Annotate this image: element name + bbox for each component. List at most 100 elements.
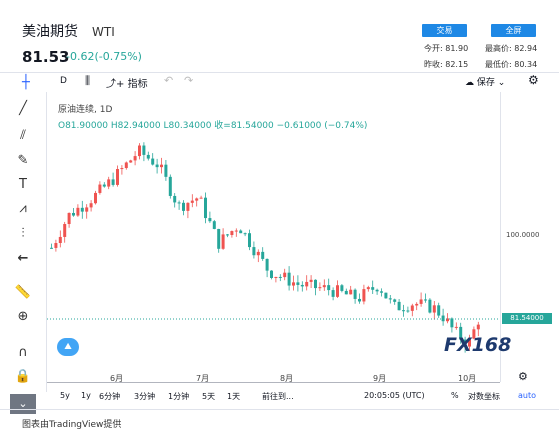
stat-low: 最低价: 80.34 bbox=[485, 60, 538, 69]
symbol-text: WTI bbox=[92, 25, 115, 39]
candle-body bbox=[424, 299, 427, 301]
candle-body bbox=[146, 154, 150, 159]
last-price: 81.53 bbox=[22, 48, 70, 66]
ruler-icon[interactable]: 📏 bbox=[14, 284, 32, 302]
candle-body bbox=[366, 287, 370, 290]
candle-body bbox=[340, 285, 344, 291]
candle-body bbox=[388, 298, 392, 300]
candle-body bbox=[283, 272, 287, 278]
goto-button[interactable]: 前往到... bbox=[262, 391, 294, 402]
candle-body bbox=[199, 197, 203, 199]
interval-select[interactable]: D bbox=[60, 76, 67, 86]
stat-high: 最高价: 82.94 bbox=[485, 44, 538, 53]
x-tick-label: 8月 bbox=[280, 374, 294, 383]
candle-body bbox=[256, 251, 260, 256]
candle-body bbox=[124, 162, 128, 169]
footer-divider bbox=[0, 409, 559, 410]
range-5y[interactable]: 5y bbox=[60, 391, 70, 400]
text-icon[interactable]: T bbox=[14, 176, 32, 194]
settings-icon[interactable]: ⚙ bbox=[528, 73, 539, 87]
zoom-in-icon[interactable]: ⊕ bbox=[14, 308, 32, 326]
redo-icon[interactable]: ↷ bbox=[184, 74, 193, 87]
log-toggle[interactable]: 对数坐标 bbox=[468, 391, 500, 402]
candle-body bbox=[305, 281, 309, 287]
candle-body bbox=[58, 236, 62, 244]
candle-body bbox=[437, 305, 441, 316]
candle-body bbox=[309, 279, 313, 282]
range-3min[interactable]: 3分钟 bbox=[134, 391, 155, 402]
candle-chart[interactable] bbox=[47, 92, 500, 382]
indicators-button[interactable]: ⤴+ 指标 bbox=[106, 75, 148, 90]
tradingview-logo-icon: ⛰ bbox=[57, 338, 79, 356]
candle-body bbox=[428, 299, 432, 313]
candle-body bbox=[177, 202, 181, 204]
fullscreen-button[interactable]: 全屏 bbox=[491, 24, 536, 37]
candle-body bbox=[432, 305, 436, 313]
x-tick-label: 10月 bbox=[458, 374, 477, 383]
cloud-icon: ☁ bbox=[465, 78, 474, 88]
candle-body bbox=[419, 299, 423, 304]
candle-body bbox=[133, 156, 137, 161]
candle-body bbox=[336, 285, 339, 297]
candle-body bbox=[226, 234, 229, 236]
indicators-icon: ⤴+ bbox=[106, 79, 125, 90]
x-tick-label: 6月 bbox=[110, 374, 124, 383]
footer-credit: 图表由TradingView提供 bbox=[22, 420, 122, 430]
percent-toggle[interactable]: % bbox=[451, 391, 459, 400]
instrument-title: 美油期货 WTI bbox=[22, 21, 115, 41]
candle-body bbox=[252, 247, 256, 256]
candle-body bbox=[151, 158, 155, 165]
candle-body bbox=[111, 179, 115, 185]
candle-body bbox=[476, 324, 480, 330]
candle-body bbox=[371, 287, 375, 290]
range-5d[interactable]: 5天 bbox=[202, 391, 215, 402]
stat-prev-close: 昨收: 82.15 bbox=[424, 60, 469, 69]
arrow-left-icon[interactable]: ← bbox=[14, 250, 32, 268]
candle-body bbox=[349, 289, 353, 295]
candle-body bbox=[72, 212, 75, 216]
candle-body bbox=[190, 200, 194, 203]
crosshair-icon[interactable]: ┼ bbox=[22, 75, 30, 90]
candle-body bbox=[454, 326, 458, 328]
forecast-icon[interactable]: ⫶ bbox=[14, 225, 32, 243]
auto-toggle[interactable]: auto bbox=[518, 391, 536, 400]
fib-icon[interactable]: ⫽ bbox=[14, 127, 32, 145]
y-tick-label: 100.0000 bbox=[506, 231, 540, 239]
brush-icon[interactable]: ✎ bbox=[14, 152, 32, 170]
range-1d[interactable]: 1天 bbox=[227, 391, 240, 402]
candle-body bbox=[186, 202, 190, 211]
candle-body bbox=[155, 164, 159, 168]
candle-body bbox=[243, 233, 247, 235]
candle-body bbox=[248, 233, 251, 248]
indicators-label: 指标 bbox=[127, 79, 148, 90]
title-text: 美油期货 bbox=[22, 24, 78, 40]
candle-body bbox=[89, 203, 93, 208]
lock-icon[interactable]: 🔒 bbox=[14, 368, 32, 386]
candle-body bbox=[278, 276, 282, 278]
save-button[interactable]: ☁ 保存 ⌄ bbox=[465, 75, 505, 88]
range-1min[interactable]: 1分钟 bbox=[168, 391, 189, 402]
range-1y[interactable]: 1y bbox=[81, 391, 91, 400]
candle-body bbox=[208, 218, 212, 222]
collapse-toolbar-icon[interactable]: ⌄ bbox=[10, 394, 36, 414]
candle-body bbox=[168, 176, 172, 196]
candle-body bbox=[375, 289, 379, 292]
candle-body bbox=[300, 284, 304, 287]
x-tick-label: 9月 bbox=[373, 374, 387, 383]
chart-settings-icon[interactable]: ⚙ bbox=[518, 370, 528, 383]
candle-body bbox=[98, 184, 102, 193]
trendline-icon[interactable]: ╱ bbox=[14, 100, 32, 118]
candle-body bbox=[239, 230, 243, 234]
undo-icon[interactable]: ↶ bbox=[164, 74, 173, 87]
candle-body bbox=[406, 310, 410, 312]
range-6min[interactable]: 6分钟 bbox=[99, 391, 120, 402]
magnet-icon[interactable]: ∩ bbox=[14, 344, 32, 362]
candle-body bbox=[142, 145, 146, 155]
trade-button[interactable]: 交易 bbox=[422, 24, 467, 37]
candle-body bbox=[441, 315, 445, 322]
candle-body bbox=[397, 301, 401, 311]
candle-body bbox=[362, 289, 366, 302]
candle-body bbox=[160, 164, 163, 168]
pattern-icon[interactable]: ⩘ bbox=[14, 200, 32, 218]
candles-icon[interactable]: ⫼ bbox=[85, 74, 90, 88]
